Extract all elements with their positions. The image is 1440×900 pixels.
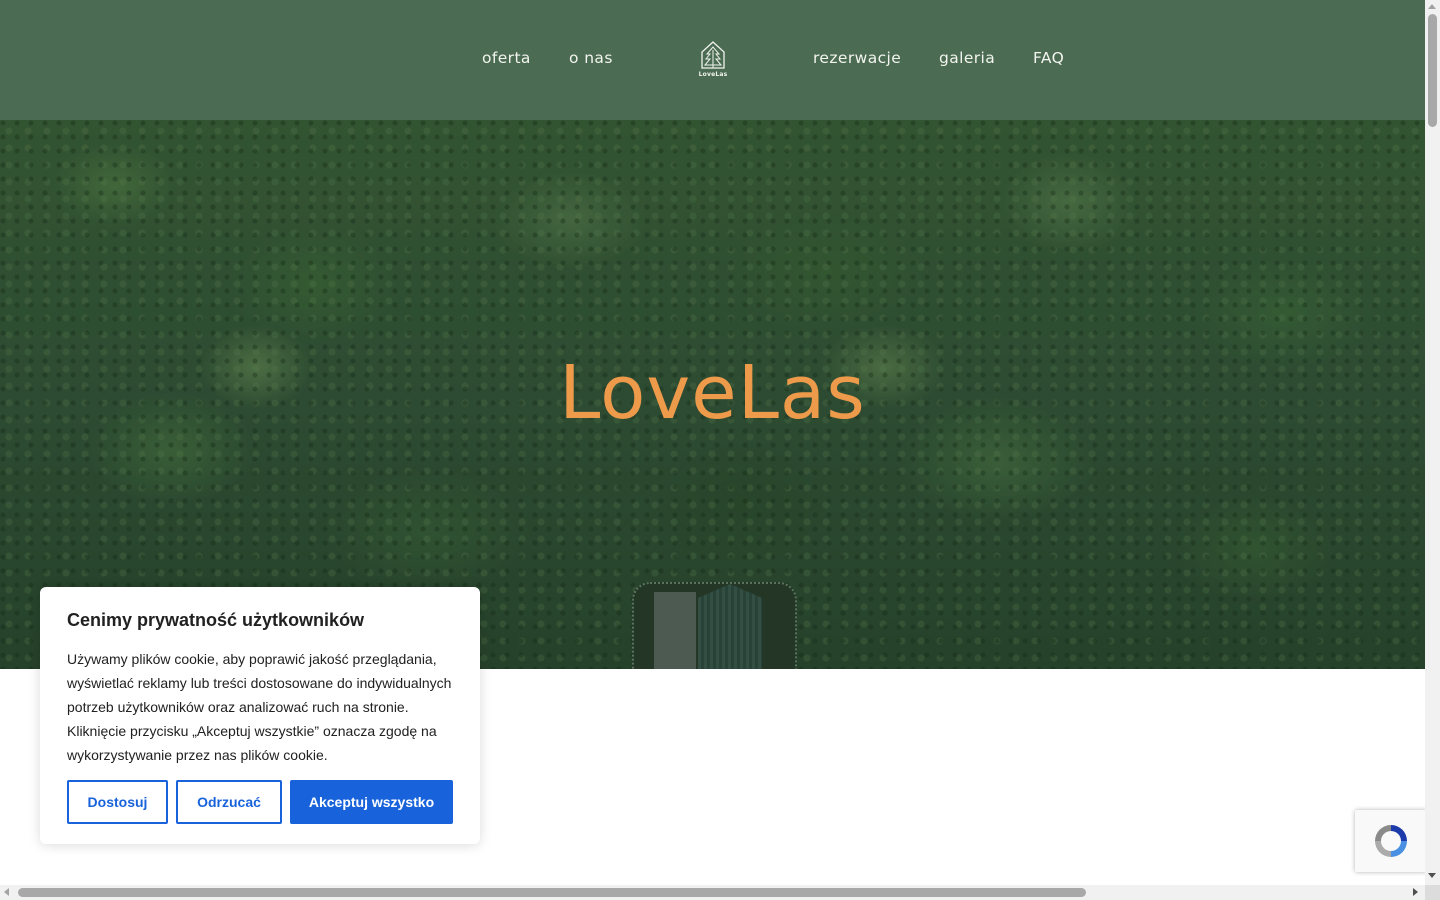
nav-link-oferta[interactable]: oferta — [482, 49, 531, 67]
horizontal-scrollbar[interactable] — [0, 885, 1425, 900]
nav-link-rezerwacje[interactable]: rezerwacje — [813, 49, 901, 67]
recaptcha-badge[interactable] — [1355, 810, 1427, 872]
cookie-buttons: Dostosuj Odrzucać Akceptuj wszystko — [67, 780, 453, 824]
site-logo[interactable]: LoveLas — [694, 40, 732, 82]
reject-button[interactable]: Odrzucać — [176, 780, 282, 824]
nav-link-faq[interactable]: FAQ — [1033, 49, 1064, 67]
site-header: oferta o nas LoveLas rezerwacje galeria … — [0, 0, 1425, 120]
scroll-down-arrow-icon[interactable] — [1428, 873, 1436, 878]
vertical-scroll-thumb[interactable] — [1428, 14, 1437, 127]
scroll-right-arrow-icon[interactable] — [1413, 888, 1418, 896]
cookie-banner: Cenimy prywatność użytkowników Używamy p… — [40, 587, 480, 844]
scroll-left-arrow-icon[interactable] — [4, 888, 9, 896]
customize-button[interactable]: Dostosuj — [67, 780, 168, 824]
nav-link-o-nas[interactable]: o nas — [569, 49, 613, 67]
horizontal-scroll-thumb[interactable] — [18, 888, 1086, 897]
logo-text: LoveLas — [698, 71, 728, 78]
nav-link-galeria[interactable]: galeria — [939, 49, 995, 67]
recaptcha-icon — [1375, 825, 1407, 857]
tree-logo-icon — [701, 41, 725, 69]
scrollbar-corner — [1425, 885, 1440, 900]
hero-title: LoveLas — [559, 350, 866, 436]
cookie-description: Używamy plików cookie, aby poprawić jako… — [67, 651, 452, 763]
scroll-up-arrow-icon[interactable] — [1428, 4, 1436, 9]
cookie-title: Cenimy prywatność użytkowników — [67, 610, 365, 630]
vertical-scrollbar[interactable] — [1425, 0, 1440, 885]
accept-all-button[interactable]: Akceptuj wszystko — [290, 780, 453, 824]
